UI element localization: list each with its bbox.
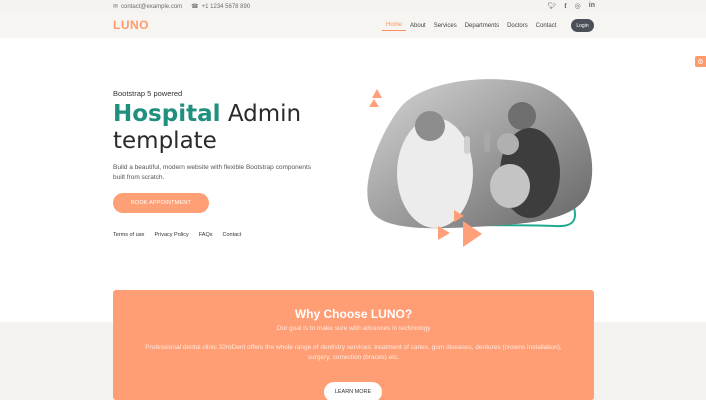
nav-departments[interactable]: Departments (461, 21, 503, 31)
topbar-contact: ✉ contact@example.com ☎ +1 1234 5678 890 (113, 3, 251, 11)
nav-home[interactable]: Home (382, 20, 407, 31)
linkedin-icon[interactable]: in (589, 2, 595, 10)
gear-icon: ⚙ (697, 58, 704, 66)
topbar: ✉ contact@example.com ☎ +1 1234 5678 890 🐦… (0, 0, 706, 13)
hero-title: Hospital Admin template (113, 101, 343, 155)
privacy-link[interactable]: Privacy Policy (154, 232, 188, 238)
phone-link[interactable]: ☎ +1 1234 5678 890 (191, 3, 251, 11)
nav-about[interactable]: About (406, 21, 430, 31)
why-subtitle: Our goal is to make sure with advances i… (276, 325, 431, 332)
why-title: Why Choose LUNO? (294, 307, 413, 321)
nav-doctors[interactable]: Doctors (503, 21, 532, 31)
learn-more-button[interactable]: LEARN MORE (324, 382, 382, 400)
contact-link[interactable]: Contact (222, 232, 241, 238)
terms-link[interactable]: Terms of use (113, 232, 144, 238)
hero-title-accent: Hospital (113, 101, 221, 127)
why-body: Professional dental clinic 32roDent offe… (145, 344, 562, 361)
triangle-deco-1 (372, 89, 382, 98)
settings-tab[interactable]: ⚙ (695, 56, 706, 67)
email-text: contact@example.com (121, 3, 183, 10)
brand-logo[interactable]: LUNO (113, 18, 149, 32)
mail-icon: ✉ (113, 4, 119, 10)
phone-icon: ☎ (191, 4, 199, 10)
triangle-deco-2 (369, 99, 379, 107)
hero-illustration (367, 79, 593, 247)
navbar: LUNO Home About Services Departments Doc… (0, 13, 706, 38)
why-choose-section: Why Choose LUNO? Our goal is to make sur… (113, 290, 594, 400)
twitter-icon[interactable]: 🐦︎ (547, 2, 556, 10)
hero-links: Terms of use Privacy Policy FAQs Contact (113, 232, 241, 238)
facebook-icon[interactable]: f (564, 2, 566, 10)
book-appointment-button[interactable]: BOOK APPOINTMENT (113, 193, 209, 213)
email-link[interactable]: ✉ contact@example.com (113, 3, 183, 11)
phone-text: +1 1234 5678 890 (201, 3, 251, 10)
hero-description: Build a beautiful, modern website with f… (113, 164, 311, 181)
faqs-link[interactable]: FAQs (199, 232, 213, 238)
nav-contact[interactable]: Contact (532, 21, 561, 31)
login-button[interactable]: Login (571, 19, 594, 32)
instagram-icon[interactable]: ◎ (575, 2, 581, 10)
nav-services[interactable]: Services (430, 21, 461, 31)
main-nav: Home About Services Departments Doctors … (382, 20, 560, 31)
social-links: 🐦︎ f ◎ in (547, 2, 595, 10)
hero-tagline: Bootstrap 5 powered (113, 89, 183, 98)
